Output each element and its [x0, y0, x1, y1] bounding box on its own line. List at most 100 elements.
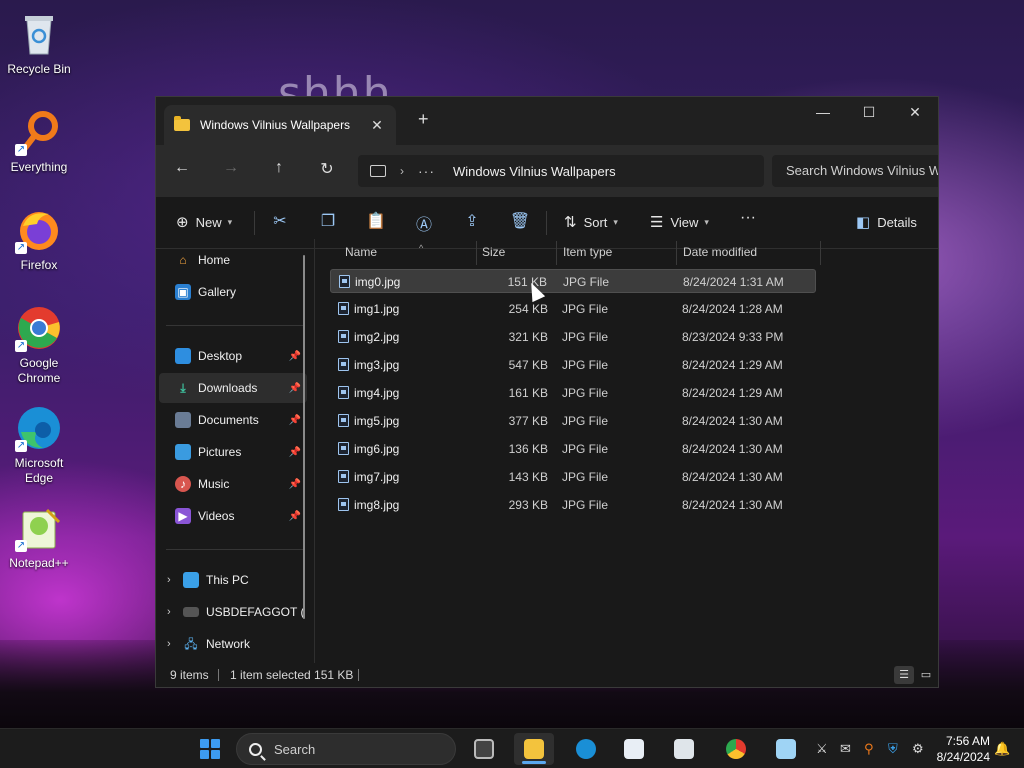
- file-row[interactable]: img0.jpg 151 KB JPG File 8/24/2024 1:31 AM: [330, 269, 816, 293]
- column-header-name[interactable]: Name ^: [333, 239, 469, 265]
- clock-date: 8/24/2024: [936, 750, 990, 764]
- sidebar-scrollbar[interactable]: [303, 255, 305, 619]
- taskbar-installer[interactable]: [766, 733, 806, 765]
- new-button[interactable]: ⊕ New ▾: [176, 213, 232, 231]
- sidebar-item-desktop[interactable]: Desktop 📌: [159, 341, 307, 371]
- file-row[interactable]: img5.jpg 377 KB JPG File 8/24/2024 1:30 AM: [330, 409, 816, 433]
- column-divider[interactable]: [820, 241, 821, 265]
- file-size: 547 KB: [508, 358, 548, 372]
- chevron-right-icon[interactable]: ›: [167, 638, 181, 650]
- copy-icon[interactable]: ❐: [316, 211, 340, 231]
- desktop-icon-firefox[interactable]: ↗ Firefox: [4, 206, 74, 273]
- shield-icon[interactable]: ⛨: [888, 741, 898, 757]
- taskbar-chrome[interactable]: [716, 733, 756, 765]
- tab-close-icon[interactable]: ✕: [368, 117, 386, 134]
- rename-icon[interactable]: Ⓐ: [412, 211, 436, 235]
- new-tab-button[interactable]: +: [418, 109, 429, 130]
- status-bar: 9 items 1 item selected 151 KB ☰ ▭: [156, 663, 938, 687]
- breadcrumb-overflow[interactable]: ···: [418, 163, 435, 179]
- file-explorer-window[interactable]: Windows Vilnius Wallpapers ✕ + — ☐ ✕ ← →…: [155, 96, 939, 688]
- forward-arrow-icon[interactable]: →: [219, 159, 243, 177]
- sidebar-item-home[interactable]: ⌂ Home: [159, 245, 307, 275]
- cut-icon[interactable]: ✂: [268, 211, 292, 231]
- taskbar-task-view[interactable]: [464, 733, 504, 765]
- more-options-button[interactable]: ···: [740, 209, 756, 227]
- taskbar-store[interactable]: [614, 733, 654, 765]
- taskbar-edge[interactable]: [566, 733, 606, 765]
- refresh-icon[interactable]: ↻: [315, 159, 339, 179]
- sidebar-divider: [166, 325, 304, 326]
- sidebar-item-network[interactable]: › 🖧 Network: [159, 629, 307, 659]
- column-header-date[interactable]: Date modified: [671, 239, 811, 265]
- tray-icon-1[interactable]: ⚔: [816, 741, 828, 757]
- desktop-icon-label: Google Chrome: [17, 356, 61, 385]
- file-row[interactable]: img1.jpg 254 KB JPG File 8/24/2024 1:28 AM: [330, 297, 816, 321]
- maximize-button[interactable]: ☐: [846, 97, 892, 129]
- tray-icon-2[interactable]: ✉: [840, 741, 851, 757]
- file-row[interactable]: img2.jpg 321 KB JPG File 8/23/2024 9:33 PM: [330, 325, 816, 349]
- start-button-windows-icon[interactable]: [200, 739, 220, 759]
- desktop-icon-notepadpp[interactable]: ↗ Notepad++: [4, 504, 74, 571]
- chrome-icon: ↗: [15, 304, 63, 352]
- title-bar[interactable]: Windows Vilnius Wallpapers ✕ + — ☐ ✕: [156, 97, 938, 145]
- file-row[interactable]: img4.jpg 161 KB JPG File 8/24/2024 1:29 AM: [330, 381, 816, 405]
- chevron-right-icon[interactable]: ›: [167, 574, 181, 586]
- paste-icon[interactable]: 📋: [364, 211, 388, 231]
- taskbar-notepad[interactable]: [664, 733, 704, 765]
- details-pane-button[interactable]: ◧ Details: [856, 213, 917, 231]
- tiles-view-icon[interactable]: ▭: [916, 666, 936, 684]
- share-icon[interactable]: ⇪: [460, 211, 484, 231]
- column-header-type[interactable]: Item type: [551, 239, 671, 265]
- sidebar-item-pictures[interactable]: Pictures 📌: [159, 437, 307, 467]
- everything-tray-icon[interactable]: ⚲: [864, 741, 874, 757]
- address-bar[interactable]: › ··· Windows Vilnius Wallpapers: [358, 155, 764, 187]
- firefox-icon: ↗: [15, 206, 63, 254]
- details-view-icon[interactable]: ☰: [894, 666, 914, 684]
- window-tab[interactable]: Windows Vilnius Wallpapers ✕: [164, 105, 396, 145]
- sidebar-item-music[interactable]: ♪ Music 📌: [159, 469, 307, 499]
- file-size: 321 KB: [508, 330, 548, 344]
- file-date-modified: 8/24/2024 1:30 AM: [682, 470, 783, 484]
- up-arrow-icon[interactable]: ↑: [267, 159, 291, 177]
- sidebar-item-label: Home: [198, 253, 231, 267]
- desktop-icon-edge[interactable]: ↗ Microsoft Edge: [4, 404, 74, 486]
- music-icon: ♪: [175, 476, 191, 492]
- desktop-icon-chrome[interactable]: ↗ Google Chrome: [4, 304, 74, 386]
- sidebar-item-this-pc[interactable]: › This PC: [159, 565, 307, 595]
- tray-icon-3[interactable]: ⚙: [912, 741, 924, 757]
- file-date-modified: 8/24/2024 1:28 AM: [682, 302, 783, 316]
- sort-button[interactable]: ⇅ Sort ▾: [564, 213, 618, 231]
- back-arrow-icon[interactable]: ←: [170, 159, 194, 177]
- column-header-size[interactable]: Size: [470, 239, 550, 265]
- edge-icon: [576, 739, 596, 759]
- sidebar-item-downloads[interactable]: ⤓ Downloads 📌: [159, 373, 307, 403]
- taskbar-clock[interactable]: 7:56 AM 8/24/2024: [936, 733, 990, 765]
- desktop-icon-recycle-bin[interactable]: Recycle Bin: [4, 10, 74, 77]
- taskbar-file-explorer[interactable]: [514, 733, 554, 765]
- close-button[interactable]: ✕: [892, 97, 938, 129]
- view-list-icon: ☰: [650, 214, 664, 231]
- view-button[interactable]: ☰ View ▾: [650, 213, 709, 231]
- sidebar-item-videos[interactable]: ▶ Videos 📌: [159, 501, 307, 531]
- file-row[interactable]: img6.jpg 136 KB JPG File 8/24/2024 1:30 AM: [330, 437, 816, 461]
- everything-search-icon: ↗: [15, 108, 63, 156]
- file-row[interactable]: img3.jpg 547 KB JPG File 8/24/2024 1:29 AM: [330, 353, 816, 377]
- notification-bell-icon[interactable]: 🔔: [994, 741, 1010, 757]
- sidebar-item-label: Documents: [198, 413, 259, 427]
- folder-search-input[interactable]: Search Windows Vilnius Wallpapers: [772, 155, 938, 187]
- minimize-button[interactable]: —: [800, 97, 846, 129]
- file-type: JPG File: [562, 386, 609, 400]
- file-row[interactable]: img8.jpg 293 KB JPG File 8/24/2024 1:30 AM: [330, 493, 816, 517]
- file-row[interactable]: img7.jpg 143 KB JPG File 8/24/2024 1:30 AM: [330, 465, 816, 489]
- sidebar-item-usb-drive[interactable]: › USBDEFAGGOT (: [159, 597, 307, 627]
- clock-time: 7:56 AM: [945, 734, 990, 748]
- sidebar-item-gallery[interactable]: ▣ Gallery: [159, 277, 307, 307]
- breadcrumb-current[interactable]: Windows Vilnius Wallpapers: [453, 164, 616, 179]
- sidebar-item-documents[interactable]: Documents 📌: [159, 405, 307, 435]
- desktop-icon-everything[interactable]: ↗ Everything: [4, 108, 74, 175]
- sidebar-item-label: Videos: [198, 509, 235, 523]
- taskbar-search[interactable]: Search: [236, 733, 456, 765]
- delete-icon[interactable]: 🗑: [508, 211, 532, 231]
- chevron-right-icon[interactable]: ›: [167, 606, 181, 618]
- new-button-label: New: [195, 214, 222, 230]
